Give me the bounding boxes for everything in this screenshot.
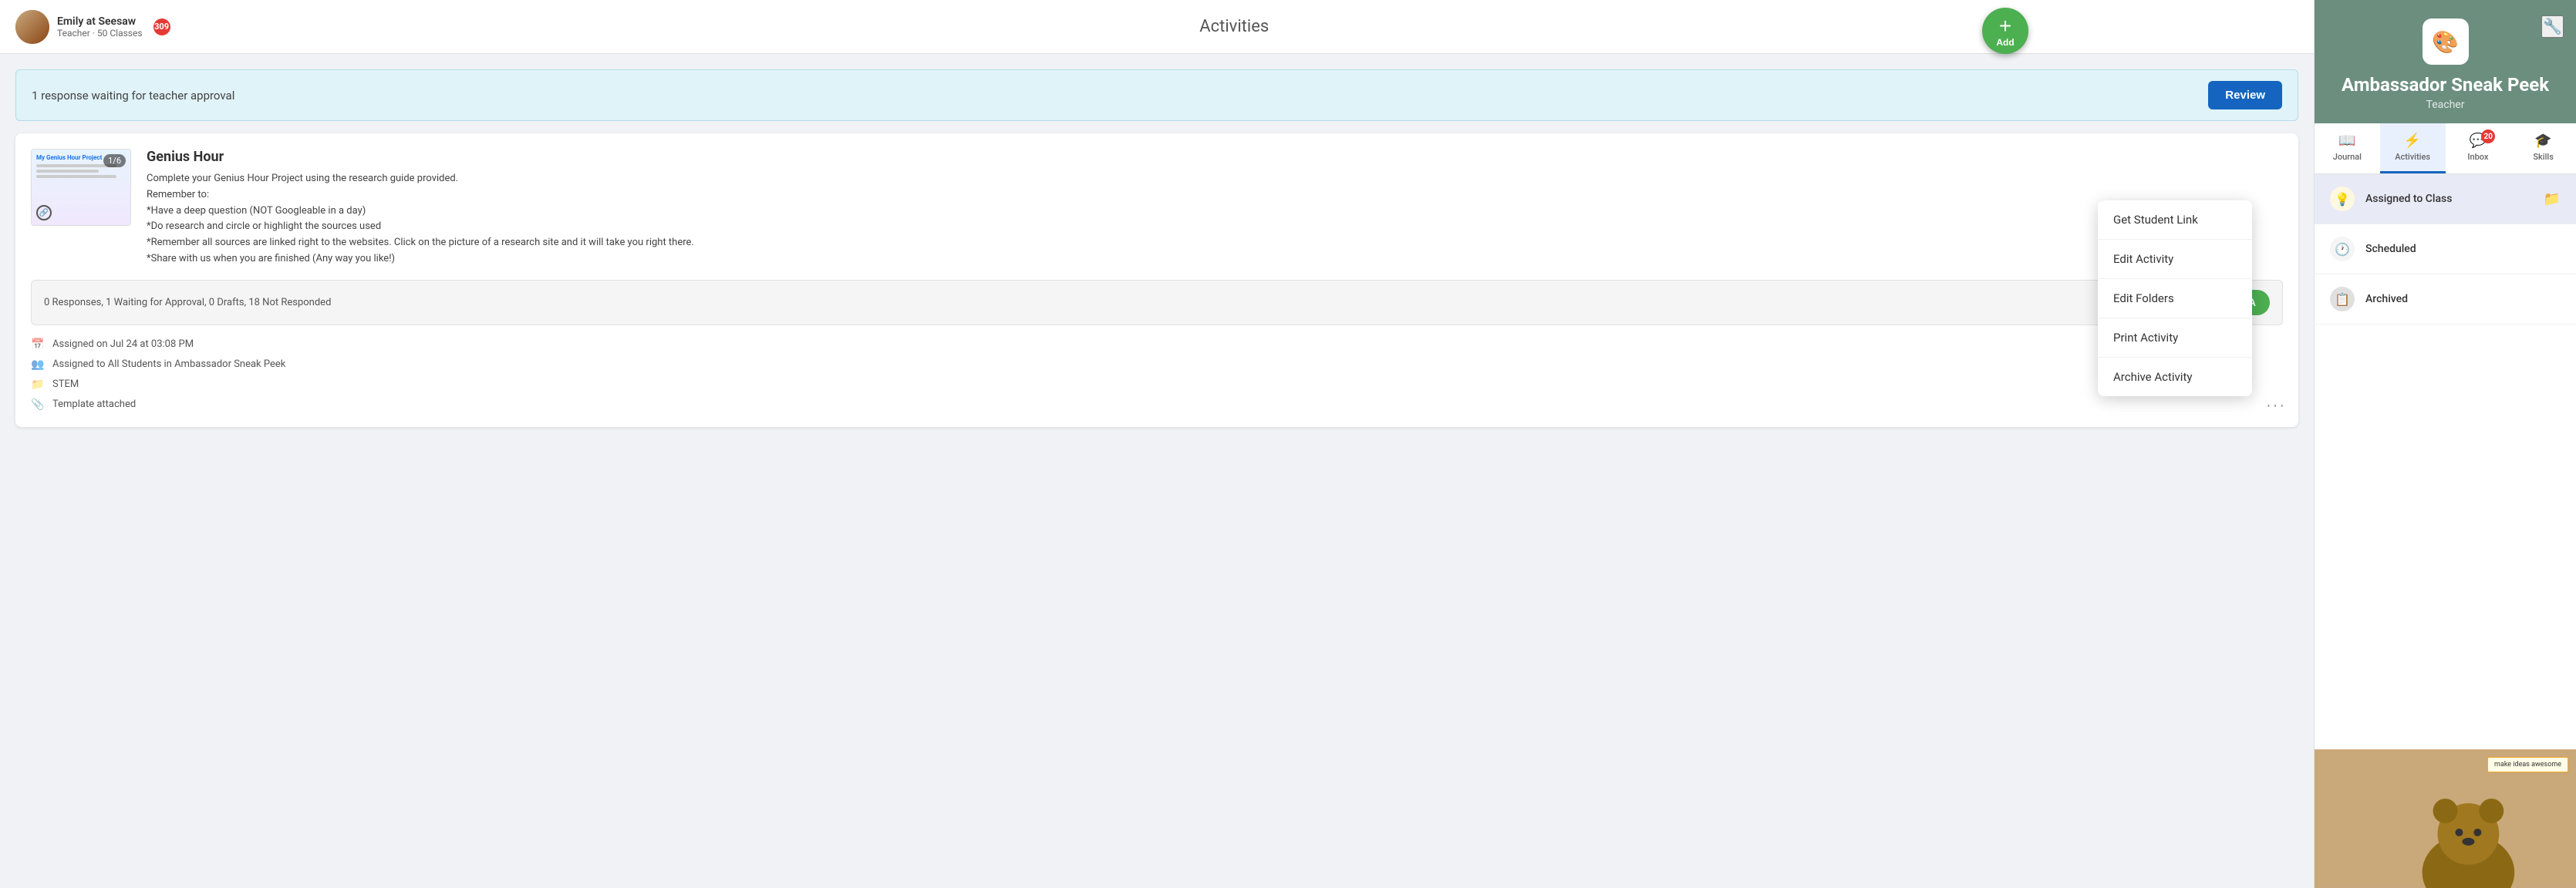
user-text: Emily at Seesaw Teacher · 50 Classes: [57, 15, 143, 39]
user-name: Emily at Seesaw: [57, 15, 143, 28]
activities-label: Activities: [2395, 152, 2430, 162]
notification-badge: 309: [153, 18, 170, 35]
sidebar-nav: 📖 Journal ⚡ Activities 💬 Inbox 20 🎓 Skil…: [2315, 123, 2576, 174]
assigned-date: Assigned on Jul 24 at 03:08 PM: [52, 338, 194, 350]
meta-info: 📅 Assigned on Jul 24 at 03:08 PM 👥 Assig…: [31, 338, 2283, 412]
approval-banner: 1 response waiting for teacher approval …: [15, 69, 2298, 121]
context-menu: Get Student Link Edit Activity Edit Fold…: [2098, 200, 2252, 396]
logo-emoji: 🎨: [2432, 29, 2459, 55]
activity-card: My Genius Hour Project 1/6 🔗 Genius Hour…: [15, 133, 2298, 427]
archived-text: Archived: [2365, 293, 2408, 305]
skills-icon: 🎓: [2534, 133, 2551, 149]
folder-icon: 📁: [31, 378, 45, 392]
activity-thumbnail: My Genius Hour Project 1/6 🔗: [31, 149, 131, 226]
add-label: Add: [1996, 37, 2014, 48]
folder-name: STEM: [52, 378, 79, 390]
inbox-badge: 20: [2481, 130, 2495, 143]
context-menu-item-edit-activity[interactable]: Edit Activity: [2098, 240, 2252, 279]
activities-icon: ⚡: [2404, 133, 2421, 149]
meta-row-folder: 📁 STEM: [31, 378, 2283, 392]
thumb-title: My Genius Hour Project: [36, 154, 102, 161]
context-menu-item-archive[interactable]: Archive Activity: [2098, 358, 2252, 396]
list-item-scheduled[interactable]: 🕐 Scheduled: [2315, 224, 2576, 274]
thumb-line-2: [36, 170, 99, 173]
list-item-assigned[interactable]: 💡 Assigned to Class 📁: [2315, 174, 2576, 224]
assigned-icon: 💡: [2330, 187, 2355, 211]
avatar: [15, 10, 49, 44]
sidebar-title: Ambassador Sneak Peek: [2342, 74, 2549, 96]
journal-label: Journal: [2333, 152, 2362, 162]
thumb-counter: 1/6: [103, 154, 126, 167]
page-title: Activities: [170, 17, 2298, 36]
tab-inbox[interactable]: 💬 Inbox 20: [2446, 123, 2511, 173]
sidebar-header: 🔧 🎨 Ambassador Sneak Peek Teacher: [2315, 0, 2576, 123]
user-info: Emily at Seesaw Teacher · 50 Classes 309: [15, 10, 170, 44]
review-button[interactable]: Review: [2208, 81, 2282, 109]
responses-bar: 0 Responses, 1 Waiting for Approval, 0 D…: [31, 280, 2283, 325]
thumb-link-icon: 🔗: [36, 205, 52, 220]
thumb-line-3: [36, 175, 116, 178]
tab-skills[interactable]: 🎓 Skills: [2510, 123, 2576, 173]
meta-row-date: 📅 Assigned on Jul 24 at 03:08 PM: [31, 338, 2283, 352]
folder-action-icon[interactable]: 📁: [2544, 191, 2561, 207]
context-menu-item-get-link[interactable]: Get Student Link: [2098, 200, 2252, 240]
skills-label: Skills: [2533, 152, 2553, 162]
add-button[interactable]: + Add: [1982, 8, 2028, 54]
meta-row-assigned: 👥 Assigned to All Students in Ambassador…: [31, 358, 2283, 372]
paperclip-icon: 📎: [31, 398, 45, 412]
calendar-icon: 📅: [31, 338, 45, 352]
scheduled-text: Scheduled: [2365, 243, 2416, 255]
content-area: 1 response waiting for teacher approval …: [0, 54, 2314, 888]
three-dots-button[interactable]: ···: [2266, 397, 2286, 415]
sidebar-list: 💡 Assigned to Class 📁 🕐 Scheduled 📋 Arch…: [2315, 174, 2576, 749]
user-role: Teacher · 50 Classes: [57, 28, 143, 39]
right-sidebar: 🔧 🎨 Ambassador Sneak Peek Teacher 📖 Jour…: [2314, 0, 2576, 888]
inbox-label: Inbox: [2467, 152, 2488, 162]
scheduled-icon: 🕐: [2330, 237, 2355, 261]
activity-description: Complete your Genius Hour Project using …: [147, 171, 2283, 267]
card-content: Genius Hour Complete your Genius Hour Pr…: [147, 149, 2283, 267]
top-header: Emily at Seesaw Teacher · 50 Classes 309…: [0, 0, 2314, 54]
sidebar-logo: 🎨: [2423, 18, 2469, 65]
assigned-text: Assigned to Class: [2365, 193, 2452, 205]
approval-text: 1 response waiting for teacher approval: [32, 89, 234, 103]
template-text: Template attached: [52, 399, 136, 410]
tab-journal[interactable]: 📖 Journal: [2315, 123, 2380, 173]
archived-icon: 📋: [2330, 287, 2355, 311]
card-top: My Genius Hour Project 1/6 🔗 Genius Hour…: [31, 149, 2283, 267]
add-icon: +: [1999, 14, 2011, 39]
responses-text: 0 Responses, 1 Waiting for Approval, 0 D…: [44, 297, 331, 308]
tab-activities[interactable]: ⚡ Activities: [2380, 123, 2446, 173]
assigned-to: Assigned to All Students in Ambassador S…: [52, 358, 285, 370]
meta-row-template: 📎 Template attached: [31, 398, 2283, 412]
group-icon: 👥: [31, 358, 45, 372]
activity-title: Genius Hour: [147, 149, 2283, 165]
list-item-archived[interactable]: 📋 Archived: [2315, 274, 2576, 325]
context-menu-item-edit-folders[interactable]: Edit Folders: [2098, 279, 2252, 318]
sidebar-preview: make ideas awesome: [2315, 749, 2576, 888]
preview-image: make ideas awesome: [2315, 749, 2576, 888]
settings-button[interactable]: 🔧: [2541, 15, 2564, 38]
journal-icon: 📖: [2338, 133, 2355, 149]
sidebar-subtitle: Teacher: [2426, 99, 2465, 111]
preview-sticky: make ideas awesome: [2487, 757, 2568, 772]
context-menu-item-print[interactable]: Print Activity: [2098, 318, 2252, 358]
